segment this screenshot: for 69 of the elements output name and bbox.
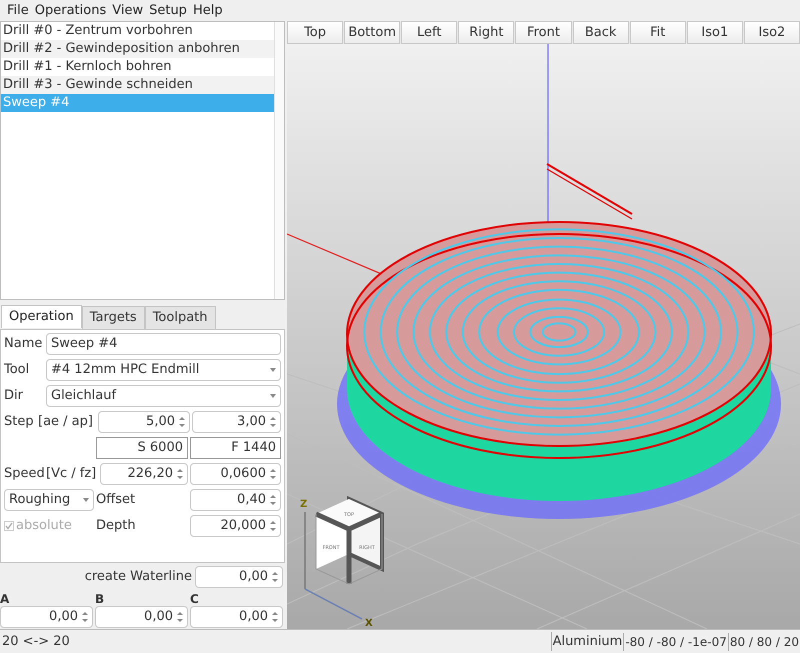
number-field[interactable]: 20,000: [190, 515, 281, 537]
status-message: 20 <-> 20: [1, 632, 71, 651]
field-label: [ae / ap]: [38, 413, 94, 432]
field-label: Depth: [96, 517, 137, 536]
menu-item[interactable]: Setup: [146, 0, 190, 20]
field-label: Speed: [4, 465, 44, 484]
caret-icon: [270, 394, 276, 398]
spinner-arrows-icon[interactable]: [270, 493, 276, 507]
view-button[interactable]: Iso1: [686, 21, 743, 44]
field-label: Dir: [4, 387, 24, 406]
tab[interactable]: Targets: [82, 306, 145, 329]
axis-label: C: [190, 591, 200, 606]
view-button[interactable]: Iso2: [744, 21, 800, 44]
number-field[interactable]: 3,00: [192, 411, 281, 433]
caret-icon: [270, 368, 276, 372]
view-button[interactable]: Fit: [630, 21, 686, 44]
menu-item[interactable]: File: [4, 0, 32, 20]
feed-readout: F 1440: [190, 437, 281, 459]
spindle-readout: S 6000: [96, 437, 188, 459]
scrollbar[interactable]: [274, 22, 284, 299]
list-item[interactable]: Drill #2 - Gewindeposition anbohren: [1, 40, 274, 58]
number-field[interactable]: 0,0600: [190, 463, 281, 485]
field-label: [Vc / fz]: [46, 465, 98, 484]
name-field[interactable]: Sweep #4: [46, 333, 281, 355]
spinner-arrows-icon[interactable]: [272, 610, 278, 624]
list-item[interactable]: Drill #3 - Gewinde schneiden: [1, 76, 274, 94]
spinner-arrows-icon[interactable]: [179, 415, 185, 429]
spinner-arrows-icon[interactable]: [270, 467, 276, 481]
max-coordinates: 80 / 80 / 20: [728, 632, 800, 650]
material-label: Aluminium: [550, 632, 624, 652]
field-label: Name: [4, 335, 44, 354]
field-label: Step: [4, 413, 35, 432]
field-label: create Waterline: [84, 568, 192, 586]
axis-letter: X: [365, 618, 373, 629]
spinner-arrows-icon[interactable]: [82, 610, 88, 624]
number-field[interactable]: 5,00: [98, 411, 190, 433]
number-field[interactable]: 0,40: [190, 489, 281, 511]
tab[interactable]: Operation: [1, 305, 82, 328]
number-field[interactable]: 0,00: [190, 606, 283, 628]
view-button[interactable]: Left: [401, 21, 458, 44]
spinner-arrows-icon[interactable]: [272, 570, 278, 584]
checkmark-icon: [4, 521, 14, 531]
axis-letter: Z: [300, 499, 308, 510]
view-button[interactable]: Top: [287, 21, 344, 44]
number-field[interactable]: 0,00: [195, 566, 283, 588]
menu-item[interactable]: Operations: [32, 0, 110, 20]
view-button[interactable]: Right: [458, 21, 514, 44]
menu-item[interactable]: View: [109, 0, 146, 20]
spinner-arrows-icon[interactable]: [177, 610, 183, 624]
view-button[interactable]: Back: [572, 21, 629, 44]
spinner-arrows-icon[interactable]: [270, 415, 276, 429]
number-field[interactable]: 0,00: [95, 606, 188, 628]
tab[interactable]: Toolpath: [144, 306, 216, 329]
number-field[interactable]: 0,00: [0, 606, 93, 628]
view-button[interactable]: Bottom: [344, 21, 400, 44]
axis-label: A: [0, 591, 10, 606]
spinner-arrows-icon[interactable]: [270, 519, 276, 533]
field-label: Offset: [96, 491, 136, 510]
axis-label: B: [95, 591, 106, 606]
menu-item[interactable]: Help: [190, 0, 226, 20]
min-coordinates: -80 / -80 / -1e-07: [623, 632, 728, 650]
dropdown[interactable]: Roughing: [4, 489, 94, 511]
dropdown[interactable]: Gleichlauf: [46, 385, 281, 407]
view-button[interactable]: Front: [515, 21, 572, 44]
field-label: Tool: [4, 361, 30, 380]
dropdown[interactable]: #4 12mm HPC Endmill: [46, 359, 281, 381]
spinner-arrows-icon[interactable]: [177, 467, 183, 481]
caret-icon: [83, 498, 89, 502]
number-field[interactable]: 226,20: [100, 463, 188, 485]
